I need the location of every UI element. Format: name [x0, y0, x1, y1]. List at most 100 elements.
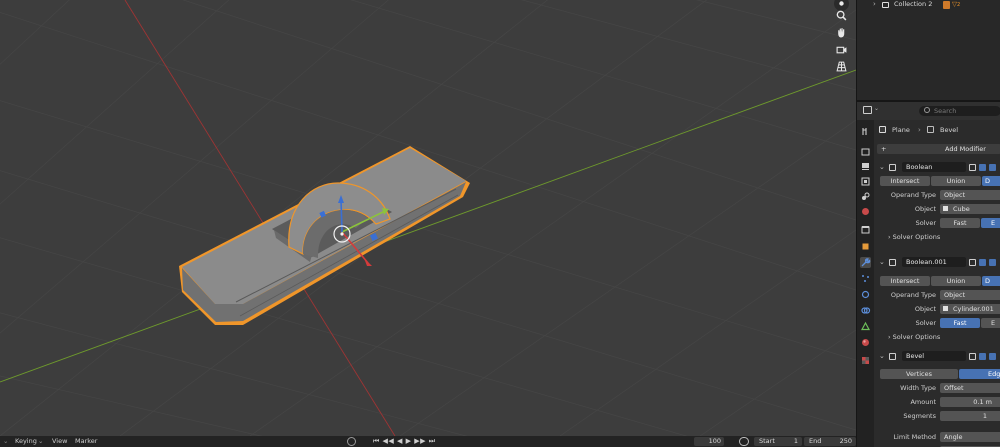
operand-type-dropdown[interactable]: Object	[940, 290, 1000, 300]
edit-mode-toggle-icon[interactable]	[969, 353, 976, 360]
timeline-bar: ⌄ Keying ⌄ View Marker ⏮ ◀◀ ◀ ▶ ▶▶ ⏭ 100…	[0, 436, 856, 447]
modifier-panel: Plane › Bevel + Add Modifier ⌄ Boolean I…	[874, 120, 1000, 447]
boolean-difference-button[interactable]: D	[982, 276, 1000, 286]
modifier-header-boolean-001[interactable]: ⌄ Boolean.001	[876, 256, 1000, 269]
tab-particles[interactable]	[860, 273, 871, 284]
bevel-modifier-icon	[889, 353, 896, 360]
bevel-vertices-button[interactable]: Vertices	[880, 369, 958, 379]
solver-exact-button[interactable]: E	[981, 318, 1000, 328]
viewport-toggle-icon[interactable]	[979, 353, 986, 360]
render-toggle-icon[interactable]	[989, 259, 996, 266]
object-field[interactable]: Cube	[940, 204, 1000, 214]
tool-icon	[862, 128, 867, 135]
object-swatch-icon	[943, 306, 948, 311]
viewport-scene[interactable]	[0, 0, 856, 436]
tab-world[interactable]	[860, 206, 871, 217]
object-data-icon	[943, 1, 950, 9]
plus-icon: +	[881, 145, 887, 153]
properties-tabs	[857, 120, 874, 447]
current-frame-field[interactable]: 100	[694, 437, 724, 446]
viewport-toggle-icon[interactable]	[979, 164, 986, 171]
tab-view-layer[interactable]	[860, 176, 871, 187]
expand-chevron-icon[interactable]: ›	[873, 0, 876, 8]
tab-constraints[interactable]	[860, 305, 871, 316]
tab-scene[interactable]	[860, 191, 871, 202]
boolean-modifier-icon	[889, 259, 896, 266]
tab-collection[interactable]	[860, 224, 871, 235]
keying-menu[interactable]: Keying	[15, 437, 37, 446]
edit-mode-toggle-icon[interactable]	[969, 164, 976, 171]
boolean-difference-button[interactable]: D	[982, 176, 1000, 186]
object-field-value: Cylinder.001	[953, 305, 994, 313]
mesh-data-icon	[860, 321, 871, 331]
auto-keying-icon[interactable]	[347, 437, 356, 446]
solver-label: Solver	[915, 219, 936, 227]
playback-controls-icon[interactable]: ⏮ ◀◀ ◀ ▶ ▶▶ ⏭	[373, 437, 436, 446]
3d-viewport[interactable]	[0, 0, 856, 436]
start-frame-value: 1	[793, 437, 798, 445]
limit-method-label: Limit Method	[893, 433, 936, 441]
collapse-chevron-icon[interactable]: ⌄	[879, 162, 885, 172]
solver-options-label: Solver Options	[892, 233, 941, 241]
amount-field[interactable]: 0.1 m	[940, 397, 1000, 407]
modifier-name-field[interactable]: Boolean.001	[902, 257, 966, 267]
bevel-edges-button[interactable]: Edg	[959, 369, 1000, 379]
end-frame-field[interactable]: End 250	[804, 437, 856, 446]
start-frame-field[interactable]: Start 1	[754, 437, 802, 446]
tab-output[interactable]	[860, 161, 871, 172]
collapse-chevron-icon[interactable]: ⌄	[879, 257, 885, 267]
width-type-dropdown[interactable]: Offset	[940, 383, 1000, 393]
collapse-chevron-icon[interactable]: ⌄	[879, 351, 885, 361]
add-modifier-button[interactable]: + Add Modifier	[877, 144, 1000, 154]
collection-label: Collection 2	[894, 0, 933, 8]
outliner-row-collection[interactable]: › Collection 2 ▽2	[857, 0, 1000, 10]
object-count-value: 2	[957, 2, 961, 8]
boolean-modifier-icon	[889, 164, 896, 171]
render-toggle-icon[interactable]	[989, 164, 996, 171]
object-field[interactable]: Cylinder.001	[940, 304, 1000, 314]
marker-menu[interactable]: Marker	[75, 437, 97, 446]
breadcrumb-modifier: Bevel	[940, 126, 959, 134]
zoom-icon[interactable]	[834, 8, 849, 23]
search-field[interactable]: Search	[919, 106, 1000, 116]
modifier-header-bevel[interactable]: ⌄ Bevel	[876, 350, 1000, 363]
width-type-label: Width Type	[900, 384, 936, 392]
camera-view-icon[interactable]	[834, 42, 849, 57]
tab-data[interactable]	[860, 321, 871, 332]
solver-options-subpanel[interactable]: › Solver Options	[888, 232, 940, 242]
boolean-intersect-button[interactable]: Intersect	[880, 276, 930, 286]
boolean-union-button[interactable]: Union	[931, 276, 981, 286]
segments-field[interactable]: 1	[940, 411, 1000, 421]
tab-object[interactable]	[860, 241, 871, 252]
operand-type-dropdown[interactable]: Object	[940, 190, 1000, 200]
clock-icon[interactable]	[739, 437, 749, 446]
tab-texture[interactable]	[860, 355, 871, 366]
solver-options-subpanel[interactable]: › Solver Options	[888, 332, 940, 342]
render-toggle-icon[interactable]	[989, 353, 996, 360]
tab-render[interactable]	[860, 146, 871, 157]
tab-tool[interactable]	[860, 126, 871, 137]
view-menu[interactable]: View	[52, 437, 67, 446]
editor-type-icon[interactable]	[863, 106, 872, 114]
modifier-name-field[interactable]: Boolean	[902, 162, 966, 172]
playback-dropdown-icon[interactable]: ⌄	[3, 437, 8, 446]
boolean-union-button[interactable]: Union	[931, 176, 981, 186]
modifier-header-boolean[interactable]: ⌄ Boolean	[876, 161, 1000, 174]
search-icon	[924, 107, 930, 113]
edit-mode-toggle-icon[interactable]	[969, 259, 976, 266]
modifier-name-field[interactable]: Bevel	[902, 351, 966, 361]
solver-fast-button[interactable]: Fast	[940, 318, 980, 328]
tab-material[interactable]	[860, 337, 871, 348]
perspective-grid-icon[interactable]	[834, 59, 849, 74]
collection-icon	[882, 2, 889, 8]
limit-method-dropdown[interactable]: Angle	[940, 432, 1000, 442]
solver-fast-button[interactable]: Fast	[940, 218, 980, 228]
pan-hand-icon[interactable]	[834, 25, 849, 40]
tab-modifiers[interactable]	[860, 257, 871, 268]
boolean-intersect-button[interactable]: Intersect	[880, 176, 930, 186]
object-count-badge: ▽2	[952, 0, 961, 8]
viewport-toggle-icon[interactable]	[979, 259, 986, 266]
keying-chevron-icon: ⌄	[38, 437, 44, 445]
solver-exact-button[interactable]: E	[981, 218, 1000, 228]
tab-physics[interactable]	[860, 289, 871, 300]
